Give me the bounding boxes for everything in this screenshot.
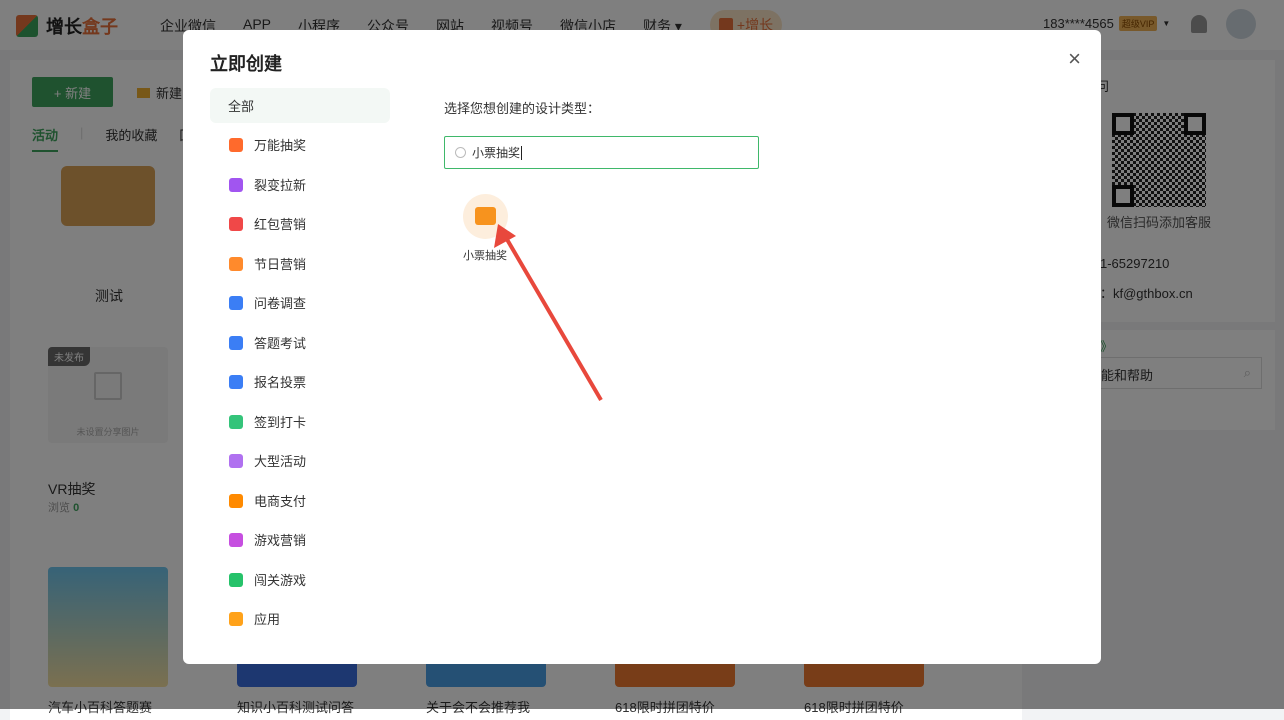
category-icon (229, 375, 243, 389)
category-label: 裂变拉新 (254, 177, 307, 193)
category-item[interactable]: 裂变拉新 (210, 165, 390, 205)
category-item[interactable]: 报名投票 (210, 362, 390, 402)
category-icon (229, 177, 243, 192)
category-item[interactable]: 问卷调查 (210, 283, 390, 323)
category-label: 签到打卡 (254, 414, 307, 430)
search-value: 小票抽奖 (472, 146, 521, 160)
search-icon (455, 147, 466, 158)
category-item[interactable]: 应用 (210, 599, 390, 639)
dialog-title: 立即创建 (210, 54, 282, 74)
category-icon (229, 217, 243, 231)
category-label: 大型活动 (254, 454, 307, 470)
category-icon (229, 138, 243, 152)
prompt-label: 选择您想创建的设计类型： (444, 101, 601, 116)
category-icon (229, 533, 243, 547)
category-item[interactable]: 游戏营销 (210, 520, 390, 560)
receipt-lottery-icon (462, 194, 508, 239)
category-item[interactable]: 万能抽奖 (210, 125, 390, 165)
category-icon (229, 414, 243, 429)
create-dialog: 立即创建 × 全部万能抽奖裂变拉新红包营销节日营销问卷调查答题考试报名投票签到打… (183, 30, 1101, 664)
category-item[interactable]: 闯关游戏 (210, 560, 390, 600)
category-icon (229, 493, 243, 508)
category-item[interactable]: 签到打卡 (210, 402, 390, 442)
result-item[interactable]: 小票抽奖 (445, 194, 525, 263)
category-item[interactable]: 答题考试 (210, 323, 390, 363)
category-label: 答题考试 (254, 335, 307, 351)
category-item[interactable]: 节日营销 (210, 244, 390, 284)
category-icon (229, 572, 243, 587)
type-search-input[interactable]: 小票抽奖 (444, 136, 759, 169)
category-label: 闯关游戏 (254, 572, 307, 588)
category-list: 全部万能抽奖裂变拉新红包营销节日营销问卷调查答题考试报名投票签到打卡大型活动电商… (210, 88, 390, 639)
category-item[interactable]: 大型活动 (210, 441, 390, 481)
close-icon[interactable]: × (1068, 48, 1081, 70)
result-label: 小票抽奖 (463, 250, 507, 262)
category-label: 电商支付 (254, 493, 307, 509)
category-icon (229, 454, 243, 468)
category-label: 报名投票 (254, 375, 307, 391)
category-label: 红包营销 (254, 217, 307, 233)
category-label: 问卷调查 (254, 296, 307, 312)
category-icon (229, 612, 243, 626)
category-label: 全部 (228, 99, 255, 114)
category-label: 节日营销 (254, 256, 307, 272)
text-caret (521, 145, 523, 160)
category-item[interactable]: 红包营销 (210, 204, 390, 244)
category-icon (229, 296, 243, 310)
category-label: 应用 (254, 612, 281, 628)
category-icon (229, 335, 243, 350)
category-item[interactable]: 电商支付 (210, 481, 390, 521)
category-label: 游戏营销 (254, 533, 307, 549)
category-icon (229, 256, 243, 271)
category-item[interactable]: 全部 (210, 88, 390, 123)
category-label: 万能抽奖 (254, 138, 307, 154)
